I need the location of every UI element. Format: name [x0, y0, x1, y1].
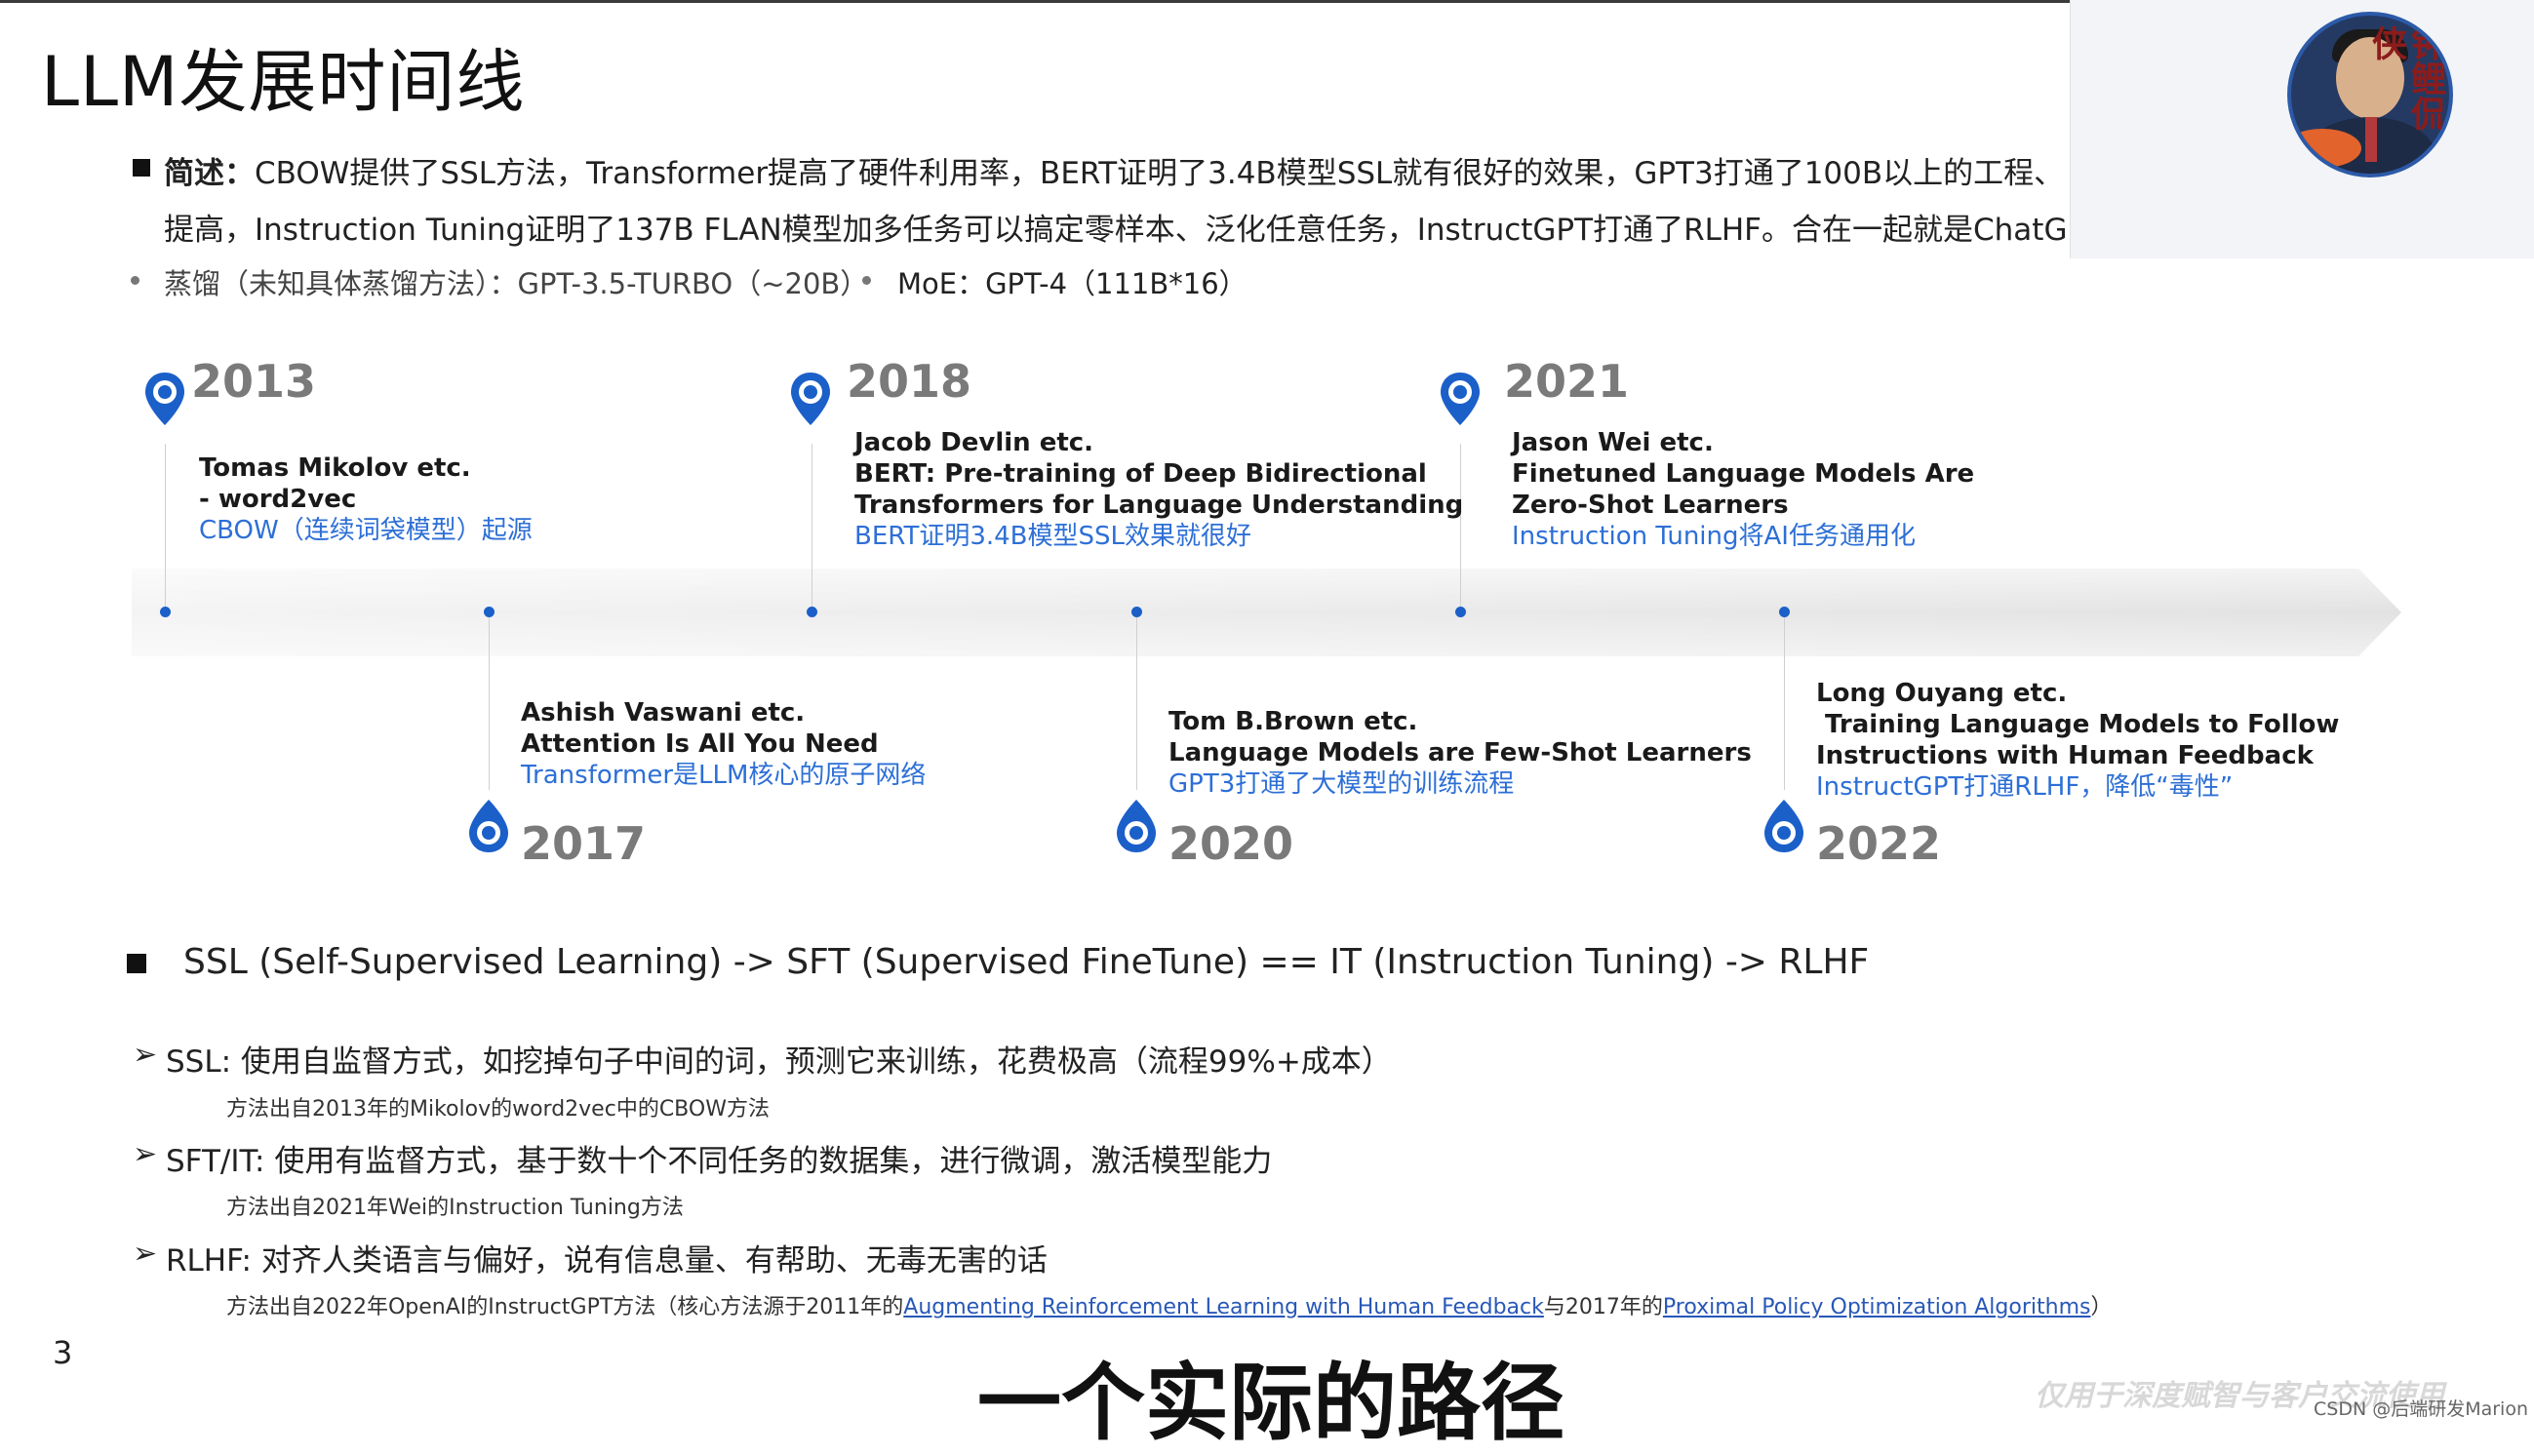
event-comment: CBOW（连续词袋模型）起源: [199, 516, 533, 545]
arrow-bullet-icon: ➢: [133, 1137, 158, 1171]
note-mid: 与2017年的: [1543, 1295, 1663, 1319]
event-2020: Tom B.Brown etc. Language Models are Few…: [1168, 706, 1752, 800]
year-2017: 2017: [521, 817, 647, 870]
event-2022: Long Ouyang etc. Training Language Model…: [1816, 678, 2339, 803]
connector-2013: [165, 444, 166, 610]
event-title: Training Language Models to Follow: [1816, 710, 2340, 739]
note-prefix: 方法出自2022年OpenAI的InstructGPT方法（核心方法源于2011…: [226, 1295, 904, 1319]
event-comment: Instruction Tuning将AI任务通用化: [1512, 522, 1916, 551]
event-title: Language Models are Few-Shot Learners: [1168, 738, 1752, 767]
video-subtitle: 一个实际的路径: [977, 1355, 1564, 1452]
note-sft: 方法出自2021年Wei的Instruction Tuning方法: [226, 1196, 684, 1220]
event-comment: Transformer是LLM核心的原子网络: [521, 761, 927, 790]
timeline-dot: [1131, 607, 1142, 617]
event-comment: InstructGPT打通RLHF，降低“毒性”: [1816, 772, 2234, 802]
paper-link-ppo[interactable]: Proximal Policy Optimization Algorithms: [1663, 1295, 2091, 1319]
section-heading: SSL (Self-Supervised Learning) -> SFT (S…: [183, 942, 1870, 982]
location-pin-icon: [1441, 373, 1480, 425]
bullet-ssl: SSL: 使用自监督方式，如挖掉句子中间的词，预测它来训练，花费极高（流程99%…: [166, 1044, 1392, 1080]
section-square-bullet: [127, 954, 146, 973]
event-title-2: Zero-Shot Learners: [1512, 491, 1789, 520]
event-2018: Jacob Devlin etc. BERT: Pre-training of …: [854, 427, 1463, 552]
event-authors: Ashish Vaswani etc.: [521, 698, 806, 728]
event-2013: Tomas Mikolov etc. - word2vec CBOW（连续词袋模…: [199, 453, 533, 546]
event-authors: Tom B.Brown etc.: [1168, 707, 1418, 736]
bullet-rlhf: RLHF: 对齐人类语言与偏好，说有信息量、有帮助、无毒无害的话: [166, 1243, 1048, 1279]
year-2022: 2022: [1816, 817, 1942, 870]
arrow-bullet-icon: ➢: [133, 1038, 158, 1072]
page-number: 3: [53, 1334, 73, 1371]
event-title-2: Transformers for Language Understanding: [854, 491, 1464, 520]
location-pin-icon: [469, 800, 508, 852]
location-pin-icon: [145, 373, 184, 425]
location-pin-icon: [1764, 800, 1803, 852]
connector-2020: [1136, 614, 1137, 790]
connector-2022: [1784, 614, 1785, 790]
year-2018: 2018: [847, 355, 972, 408]
note-suffix: ）: [2090, 1295, 2113, 1319]
arrow-bullet-icon: ➢: [133, 1237, 158, 1271]
timeline-dot: [1455, 607, 1466, 617]
note-rlhf: 方法出自2022年OpenAI的InstructGPT方法（核心方法源于2011…: [226, 1289, 2112, 1320]
timeline-dot: [160, 607, 171, 617]
location-pin-icon: [1117, 800, 1156, 852]
connector-2017: [489, 614, 490, 790]
event-title: BERT: Pre-training of Deep Bidirectional: [854, 459, 1427, 489]
event-2021: Jason Wei etc. Finetuned Language Models…: [1512, 427, 1974, 552]
timeline-dot: [1779, 607, 1790, 617]
bullet-sft: SFT/IT: 使用有监督方式，基于数十个不同任务的数据集，进行微调，激活模型能…: [166, 1144, 1273, 1179]
event-2017: Ashish Vaswani etc. Attention Is All You…: [521, 697, 926, 791]
year-2021: 2021: [1504, 355, 1630, 408]
paper-link-augmenting-rl[interactable]: Augmenting Reinforcement Learning with H…: [903, 1295, 1544, 1319]
event-title-2: Instructions with Human Feedback: [1816, 741, 2314, 770]
event-authors: Jacob Devlin etc.: [854, 428, 1094, 457]
event-title: Attention Is All You Need: [521, 729, 879, 759]
timeline-dot: [807, 607, 817, 617]
year-2020: 2020: [1168, 817, 1294, 870]
event-authors: Tomas Mikolov etc.: [199, 453, 471, 483]
year-2013: 2013: [191, 355, 317, 408]
event-authors: Jason Wei etc.: [1512, 428, 1714, 457]
event-title: Finetuned Language Models Are: [1512, 459, 1975, 489]
note-ssl: 方法出自2013年的Mikolov的word2vec中的CBOW方法: [226, 1097, 770, 1122]
event-title: - word2vec: [199, 485, 357, 514]
timeline-dot: [484, 607, 495, 617]
event-authors: Long Ouyang etc.: [1816, 679, 2068, 708]
event-comment: GPT3打通了大模型的训练流程: [1168, 769, 1515, 799]
csdn-watermark: CSDN @后端研发Marion: [2314, 1398, 2529, 1420]
location-pin-icon: [791, 373, 830, 425]
event-comment: BERT证明3.4B模型SSL效果就很好: [854, 522, 1251, 551]
